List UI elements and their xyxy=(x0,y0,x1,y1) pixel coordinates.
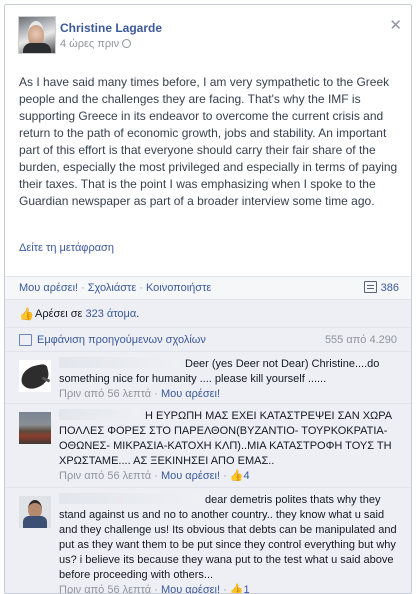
speech-bubble-icon xyxy=(363,281,377,293)
view-previous-comments-link[interactable]: Εμφάνιση προηγούμενων σχολίων xyxy=(37,334,206,346)
commenter-name-redacted[interactable] xyxy=(59,409,139,420)
close-icon[interactable]: ✕ xyxy=(389,16,402,34)
comment-time[interactable]: Πριν από 56 λεπτά xyxy=(59,470,151,482)
comment-content: Deer (yes Deer not Dear) Christine....do… xyxy=(59,357,401,402)
comment-like-button[interactable]: Μου αρέσει! xyxy=(161,584,220,593)
author-name[interactable]: Christine Lagarde xyxy=(60,21,162,35)
action-links: Μου αρέσει! · Σχολιάστε · Κοινοποιήστε xyxy=(19,282,211,294)
comment-time[interactable]: Πριν από 56 λεπτά xyxy=(59,388,151,400)
likes-text: Αρέσει σε 323 άτομα. xyxy=(35,308,139,320)
post-card: Christine Lagarde 4 ώρες πριν ✕ As I hav… xyxy=(4,4,412,594)
comment-content: dear demetris polites thats why they sta… xyxy=(59,493,401,594)
comment-meta: Πριν από 56 λεπτά · Μου αρέσει! · 👍4 xyxy=(59,470,250,482)
commenter-name-redacted[interactable] xyxy=(59,493,199,504)
separator: · xyxy=(139,282,143,294)
comment-content: Η ΕΥΡΩΠΗ ΜΑΣ ΕΧΕΙ ΚΑΤΑΣΤΡΕΨΕΙ ΣΑΝ ΧΩΡΑ Π… xyxy=(59,409,401,484)
comment-like-count-value: 4 xyxy=(243,470,250,482)
comment-like-button[interactable]: Μου αρέσει! xyxy=(161,388,220,400)
likes-suffix: . xyxy=(136,308,140,320)
comment-like-count[interactable]: 👍1 xyxy=(230,584,250,594)
comment-like-button[interactable]: Μου αρέσει! xyxy=(161,470,220,482)
post-header: Christine Lagarde 4 ώρες πριν ✕ xyxy=(5,5,411,61)
timestamp-text: 4 ώρες πριν xyxy=(60,38,120,50)
like-button[interactable]: Μου αρέσει! xyxy=(19,282,78,294)
translate-link[interactable]: Δείτε τη μετάφραση xyxy=(19,242,114,254)
comment-like-count-value: 1 xyxy=(243,584,250,594)
comment-like-count[interactable]: 👍4 xyxy=(230,470,250,482)
previous-comments-row[interactable]: Εμφάνιση προηγούμενων σχολίων 555 από 4.… xyxy=(5,327,411,352)
comment-time[interactable]: Πριν από 56 λεπτά xyxy=(59,584,151,593)
comment-text: dear demetris polites thats why they sta… xyxy=(59,494,397,581)
comment-count[interactable]: 386 xyxy=(363,281,399,294)
comment-meta: Πριν από 56 λεπτά · Μου αρέσει! xyxy=(59,388,221,400)
commenter-avatar[interactable] xyxy=(19,496,51,528)
comment-item: Η ΕΥΡΩΠΗ ΜΑΣ ΕΧΕΙ ΚΑΤΑΣΤΡΕΨΕΙ ΣΑΝ ΧΩΡΑ Π… xyxy=(5,403,411,488)
author-avatar[interactable] xyxy=(18,16,56,54)
separator: · xyxy=(81,282,85,294)
commenter-avatar[interactable] xyxy=(19,412,51,444)
likes-count-link[interactable]: 323 άτομα xyxy=(85,308,136,320)
post-action-bar: Μου αρέσει! · Σχολιάστε · Κοινοποιήστε 386 xyxy=(5,276,411,299)
comment-item: dear demetris polites thats why they sta… xyxy=(5,487,411,594)
avatar-torso xyxy=(23,516,47,528)
comment-count-value: 386 xyxy=(380,282,399,294)
avatar-body xyxy=(23,43,51,53)
post-timestamp[interactable]: 4 ώρες πριν xyxy=(60,38,132,50)
commenter-avatar[interactable] xyxy=(19,360,51,392)
likes-prefix: Αρέσει σε xyxy=(35,308,86,320)
comment-meta: Πριν από 56 λεπτά · Μου αρέσει! · 👍1 xyxy=(59,584,250,594)
thumbs-up-icon: 👍 xyxy=(19,307,34,321)
comment-button[interactable]: Σχολιάστε xyxy=(88,282,137,294)
share-button[interactable]: Κοινοποιήστε xyxy=(146,282,211,294)
comments-counter: 555 από 4.290 xyxy=(324,334,397,346)
likes-summary: 👍 Αρέσει σε 323 άτομα. xyxy=(5,299,411,328)
commenter-name-redacted[interactable] xyxy=(59,357,179,368)
post-body-text: As I have said many times before, I am v… xyxy=(19,75,398,208)
comments-icon xyxy=(19,334,32,346)
globe-icon xyxy=(122,39,132,48)
comment-item: Deer (yes Deer not Dear) Christine....do… xyxy=(5,351,411,404)
